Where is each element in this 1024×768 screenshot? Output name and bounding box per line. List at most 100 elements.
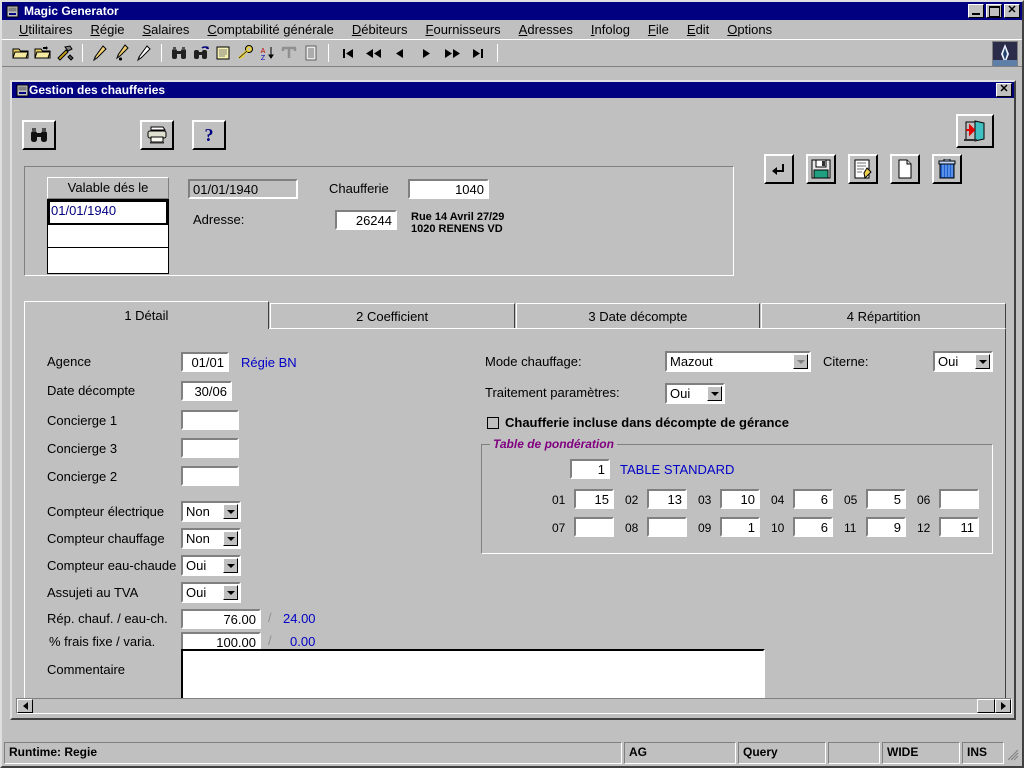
toolbar-separator xyxy=(328,44,329,62)
child-close-button[interactable]: ✕ xyxy=(996,83,1012,97)
chevron-down-icon[interactable] xyxy=(793,354,808,369)
menu-comptabilite-generale[interactable]: Comptabilité générale xyxy=(198,21,342,38)
save-button[interactable] xyxy=(806,154,836,184)
tab-repartition[interactable]: 4 Répartition xyxy=(761,303,1006,329)
chaufferie-field[interactable]: 1040 xyxy=(408,179,489,199)
menu-fournisseurs[interactable]: Fournisseurs xyxy=(417,21,510,38)
filter-icon[interactable] xyxy=(278,42,300,64)
binoculars-find-next-icon[interactable] xyxy=(190,42,212,64)
compteur-eau-chaude-select[interactable]: Oui xyxy=(181,555,241,576)
date-decompte-field[interactable]: 30/06 xyxy=(181,381,232,401)
tab-coefficient[interactable]: 2 Coefficient xyxy=(269,303,515,329)
minimize-button[interactable] xyxy=(968,4,984,18)
compteur-electrique-select[interactable]: Non xyxy=(181,501,241,522)
ponderation-field-08[interactable] xyxy=(647,517,687,537)
undo-button[interactable] xyxy=(764,154,794,184)
scrollbar-thumb[interactable] xyxy=(977,699,995,713)
table-ponderation-id-field[interactable]: 1 xyxy=(570,459,610,479)
ponderation-field-10[interactable]: 6 xyxy=(793,517,833,537)
menu-infolog[interactable]: Infolog xyxy=(582,21,639,38)
open-folder-up-icon[interactable] xyxy=(32,42,54,64)
new-document-icon[interactable] xyxy=(212,42,234,64)
menu-edit[interactable]: Edit xyxy=(678,21,718,38)
nav-next-icon[interactable] xyxy=(413,42,439,64)
chevron-down-icon[interactable] xyxy=(223,585,238,600)
concierge3-field[interactable] xyxy=(181,438,239,458)
nav-prev-page-icon[interactable] xyxy=(361,42,387,64)
open-folder-icon[interactable] xyxy=(10,42,32,64)
delete-button[interactable] xyxy=(932,154,962,184)
valable-listbox[interactable]: 01/01/1940 xyxy=(47,199,169,274)
maximize-button[interactable] xyxy=(986,4,1002,18)
scroll-left-button[interactable] xyxy=(17,699,33,713)
sort-az-icon[interactable]: A Z xyxy=(256,42,278,64)
traitement-parametres-select[interactable]: Oui xyxy=(665,383,725,404)
list-view-icon[interactable] xyxy=(300,42,322,64)
agence-field[interactable]: 01/01 xyxy=(181,352,229,372)
commentaire-textarea[interactable] xyxy=(181,649,765,704)
ponderation-field-07[interactable] xyxy=(574,517,614,537)
chevron-down-icon[interactable] xyxy=(707,386,722,401)
pencil-edit-icon[interactable] xyxy=(89,42,111,64)
ponderation-field-09[interactable]: 1 xyxy=(720,517,760,537)
chevron-down-icon[interactable] xyxy=(223,558,238,573)
citerne-select[interactable]: Oui xyxy=(933,351,993,372)
chevron-down-icon[interactable] xyxy=(975,354,990,369)
adresse-field[interactable]: 26244 xyxy=(335,210,397,230)
table-ponderation-title: Table de pondération xyxy=(490,437,617,451)
nav-prev-icon[interactable] xyxy=(387,42,413,64)
binoculars-find-icon[interactable] xyxy=(168,42,190,64)
key-icon[interactable] xyxy=(234,42,256,64)
scrollbar-track[interactable] xyxy=(33,699,977,713)
tab-date-decompte[interactable]: 3 Date décompte xyxy=(515,303,761,329)
compteur-chauffage-select[interactable]: Non xyxy=(181,528,241,549)
new-button[interactable] xyxy=(890,154,920,184)
close-button[interactable]: ✕ xyxy=(1004,4,1020,18)
list-item[interactable] xyxy=(48,225,168,248)
tva-select[interactable]: Oui xyxy=(181,582,241,603)
menu-regie[interactable]: Régie xyxy=(81,21,133,38)
chaufferie-incluse-checkbox-row[interactable]: Chaufferie incluse dans décompte de géra… xyxy=(487,415,789,430)
scroll-right-button[interactable] xyxy=(995,699,1011,713)
pencil-add-icon[interactable] xyxy=(111,42,133,64)
menu-utilitaires[interactable]: Utilitaires xyxy=(10,21,81,38)
nav-first-icon[interactable] xyxy=(335,42,361,64)
ponderation-field-02[interactable]: 13 xyxy=(647,489,687,509)
nav-last-icon[interactable] xyxy=(465,42,491,64)
repartition-chauffage-field[interactable]: 76.00 xyxy=(181,609,261,629)
ponderation-field-05[interactable]: 5 xyxy=(866,489,906,509)
menu-salaires[interactable]: Salaires xyxy=(133,21,198,38)
ponderation-field-04[interactable]: 6 xyxy=(793,489,833,509)
date-decompte-label: Date décompte xyxy=(47,383,136,398)
menu-options[interactable]: Options xyxy=(718,21,781,38)
horizontal-scrollbar[interactable] xyxy=(16,698,1012,714)
concierge1-field[interactable] xyxy=(181,410,239,430)
chaufferie-incluse-checkbox[interactable] xyxy=(487,416,499,429)
concierge2-field[interactable] xyxy=(181,466,239,486)
menu-file[interactable]: File xyxy=(639,21,678,38)
frais-separator: / xyxy=(268,633,272,648)
list-item[interactable]: 01/01/1940 xyxy=(48,200,168,225)
edit-button[interactable] xyxy=(848,154,878,184)
ponderation-field-01[interactable]: 15 xyxy=(574,489,614,509)
pencil-plain-icon[interactable] xyxy=(133,42,155,64)
ponderation-field-03[interactable]: 10 xyxy=(720,489,760,509)
list-item[interactable] xyxy=(48,248,168,271)
resize-grip[interactable] xyxy=(1006,742,1020,764)
mode-chauffage-select[interactable]: Mazout xyxy=(665,351,811,372)
help-button[interactable]: ? xyxy=(192,120,226,150)
chevron-down-icon[interactable] xyxy=(223,504,238,519)
menu-debiteurs[interactable]: Débiteurs xyxy=(343,21,417,38)
print-button[interactable] xyxy=(140,120,174,150)
ponderation-field-06[interactable] xyxy=(939,489,979,509)
nav-next-page-icon[interactable] xyxy=(439,42,465,64)
status-blank xyxy=(828,742,880,764)
tab-detail[interactable]: 1 Détail xyxy=(24,301,269,329)
menu-adresses[interactable]: Adresses xyxy=(510,21,582,38)
find-button[interactable] xyxy=(22,120,56,150)
chevron-down-icon[interactable] xyxy=(223,531,238,546)
ponderation-field-12[interactable]: 11 xyxy=(939,517,979,537)
tools-hammer-icon[interactable] xyxy=(54,42,76,64)
ponderation-field-11[interactable]: 9 xyxy=(866,517,906,537)
exit-button[interactable] xyxy=(956,114,994,148)
